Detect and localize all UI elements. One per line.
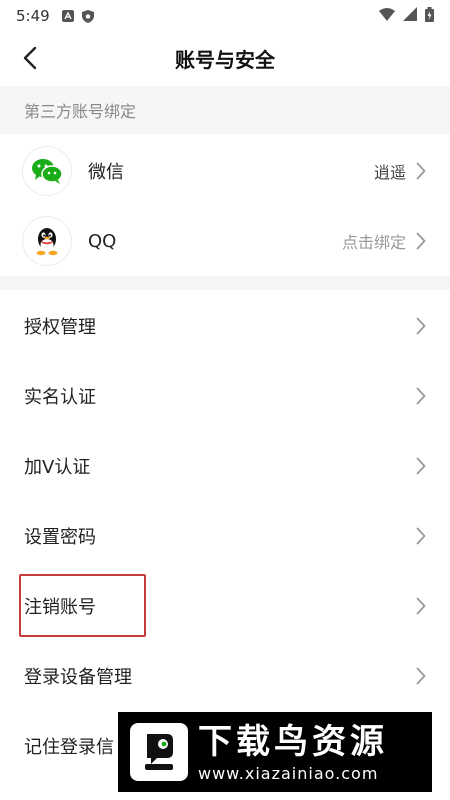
menu-item-label: 加V认证: [24, 457, 91, 478]
menu-item-real-name[interactable]: 实名认证: [0, 361, 450, 431]
wechat-icon: [32, 159, 63, 184]
watermark-title: 下载鸟资源: [198, 721, 388, 762]
menu-item-label: 设置密码: [24, 527, 96, 548]
chevron-right-icon: [416, 162, 426, 180]
page-title: 账号与安全: [175, 47, 275, 72]
section-divider: [0, 276, 450, 290]
wechat-binding-row[interactable]: 微信 逍遥: [0, 136, 450, 206]
watermark-logo-icon: [130, 723, 188, 781]
wechat-bound-name: 逍遥: [373, 163, 406, 182]
status-bar: 5:49: [0, 0, 450, 32]
back-button[interactable]: [16, 44, 44, 72]
menu-item-label: 实名认证: [24, 387, 96, 408]
qq-icon: [36, 228, 58, 256]
menu-item-label: 授权管理: [24, 317, 96, 338]
qq-avatar: [22, 216, 72, 266]
shield-icon: [81, 10, 94, 23]
highlight-annotation-box: [19, 574, 146, 637]
menu-item-label: 登录设备管理: [24, 667, 132, 688]
menu-item-device-management[interactable]: 登录设备管理: [0, 641, 450, 711]
status-time: 5:49: [16, 7, 50, 25]
watermark-banner: 下载鸟资源 www.xiazainiao.com: [118, 712, 432, 792]
chevron-right-icon: [416, 667, 426, 685]
qq-bind-action: 点击绑定: [341, 233, 406, 252]
battery-icon: [425, 6, 434, 26]
signal-icon: [403, 7, 417, 25]
menu-item-v-verify[interactable]: 加V认证: [0, 431, 450, 501]
back-arrow-icon: [23, 46, 37, 70]
chevron-right-icon: [416, 527, 426, 545]
menu-item-authorization[interactable]: 授权管理: [0, 291, 450, 361]
chevron-right-icon: [416, 457, 426, 475]
section-header-third-party: 第三方账号绑定: [0, 86, 450, 134]
menu-item-set-password[interactable]: 设置密码: [0, 501, 450, 571]
chevron-right-icon: [416, 232, 426, 250]
chevron-right-icon: [416, 317, 426, 335]
menu-item-label: 记住登录信: [24, 737, 114, 758]
qq-label: QQ: [88, 230, 117, 252]
notification-a-icon: [61, 10, 74, 22]
watermark-url: www.xiazainiao.com: [198, 763, 379, 783]
wechat-avatar: [22, 146, 72, 196]
wechat-label: 微信: [88, 162, 124, 183]
chevron-right-icon: [416, 597, 426, 615]
chevron-right-icon: [416, 387, 426, 405]
wifi-icon: [379, 7, 395, 25]
nav-bar: 账号与安全: [0, 32, 450, 84]
qq-binding-row[interactable]: QQ 点击绑定: [0, 206, 450, 276]
